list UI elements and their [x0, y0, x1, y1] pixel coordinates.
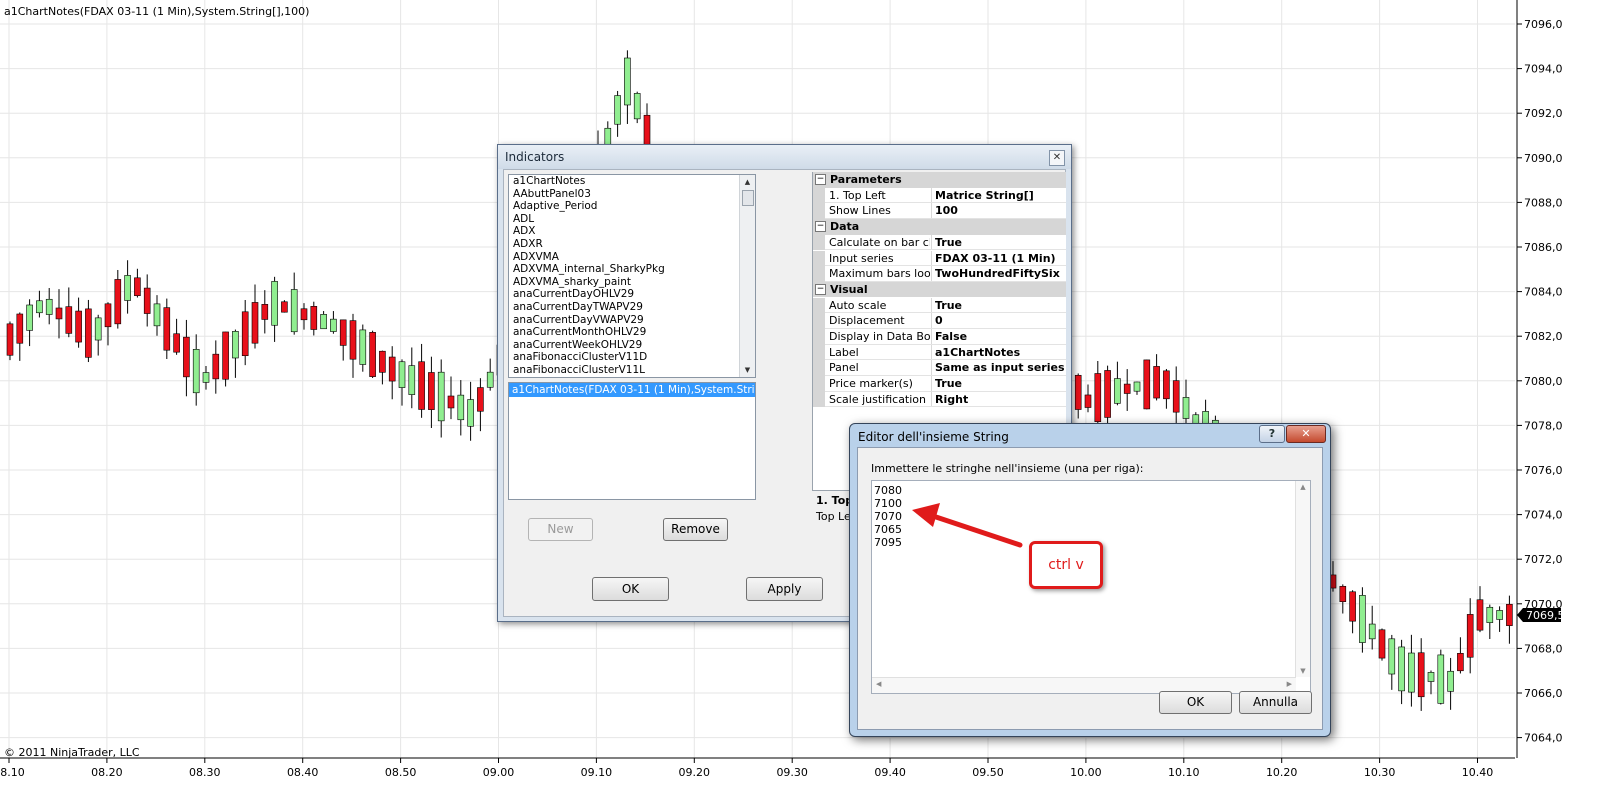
- ctrl-v-callout: ctrl v: [1029, 541, 1103, 589]
- annotation-arrow: [912, 503, 1023, 548]
